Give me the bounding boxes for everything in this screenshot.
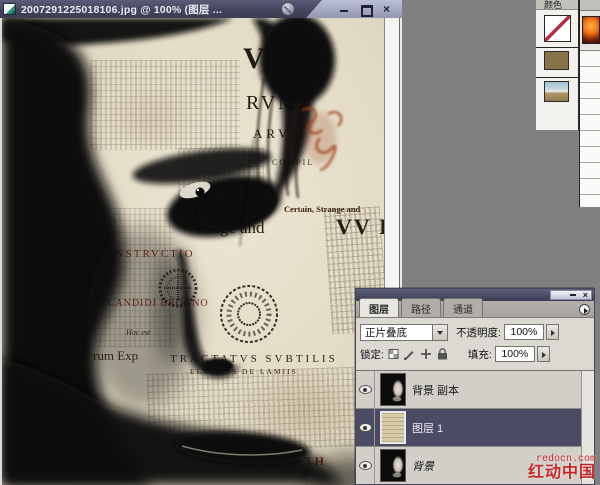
layer-thumbnail[interactable] xyxy=(380,411,406,444)
artwork-text: ARVM xyxy=(253,126,307,141)
visibility-cell[interactable] xyxy=(356,371,375,408)
opacity-label: 不透明度: xyxy=(456,326,501,339)
palette-controls: 正片叠底 不透明度: 100% 锁定: 填充: 100% xyxy=(356,318,594,369)
layer-name[interactable]: 图层 1 xyxy=(412,420,443,436)
history-state-rows[interactable] xyxy=(580,50,600,207)
close-icon[interactable]: × xyxy=(583,291,588,300)
visibility-eye-icon[interactable] xyxy=(358,461,372,470)
layer-thumbnail[interactable] xyxy=(380,373,406,406)
visibility-eye-icon[interactable] xyxy=(358,385,372,394)
minimize-icon[interactable] xyxy=(339,4,350,14)
artwork-text: Certain, Strange and xyxy=(284,204,361,214)
artwork-text: ELEGANS DE LAMIIS xyxy=(190,367,298,376)
window-controls: × xyxy=(306,0,402,18)
clock-circle-icon xyxy=(281,2,295,16)
window-border xyxy=(0,18,2,485)
history-panel-sliver xyxy=(579,0,600,207)
no-style-swatch[interactable] xyxy=(544,15,571,42)
layer-row-background-copy[interactable]: 背景 副本 xyxy=(356,371,594,409)
artwork-text: TRACTATVS SVBTILIS xyxy=(170,353,338,365)
artwork-text: VV I xyxy=(336,214,384,239)
fill-label: 填充: xyxy=(467,348,492,361)
visibility-cell[interactable] xyxy=(356,447,375,484)
opacity-slider-arrow-icon[interactable] xyxy=(545,324,559,340)
panel-tab-sliver[interactable] xyxy=(580,0,600,11)
opacity-input[interactable]: 100% xyxy=(503,324,544,340)
palette-window-buttons: × xyxy=(550,290,592,300)
close-icon[interactable]: × xyxy=(381,3,392,15)
chevron-down-icon[interactable] xyxy=(432,324,447,340)
palette-menu-icon[interactable] xyxy=(579,304,590,315)
watermark-brand: 红动中国 xyxy=(527,464,596,482)
minimize-icon[interactable] xyxy=(569,294,576,296)
fill-slider-arrow-icon[interactable] xyxy=(536,346,550,362)
artwork-text: COMPIL xyxy=(272,158,315,167)
artwork-text: LYCANTH xyxy=(253,454,326,468)
lock-move-icon[interactable] xyxy=(420,349,431,359)
print-texture xyxy=(90,60,240,150)
image-canvas[interactable]: VS RVM, ARVM COMPIL range and Certain, S… xyxy=(2,18,384,485)
artwork-text: Hoc est xyxy=(126,328,151,337)
tab-channels[interactable]: 通道 xyxy=(443,298,483,317)
artwork-text: INSTRVCTIO xyxy=(110,248,195,260)
lock-icons xyxy=(388,347,454,361)
tab-paths[interactable]: 路径 xyxy=(401,298,441,317)
fill-input[interactable]: 100% xyxy=(494,346,535,362)
artwork-text: range and xyxy=(198,218,265,237)
history-snapshot-thumbnail[interactable] xyxy=(582,16,600,44)
watermark: redocn.com 红动中国 xyxy=(527,454,596,482)
divider xyxy=(536,47,578,48)
lock-label: 锁定: xyxy=(360,348,384,361)
maximize-icon[interactable] xyxy=(360,4,373,17)
visibility-cell[interactable] xyxy=(356,409,375,446)
tab-color[interactable]: 颜色 xyxy=(536,0,578,10)
tab-layers[interactable]: 图层 xyxy=(359,298,399,317)
brown-swatch[interactable] xyxy=(544,51,569,70)
handwriting-texture xyxy=(146,366,376,454)
lock-transparency-icon[interactable] xyxy=(388,349,399,359)
artwork-text: rum Exp xyxy=(93,348,139,363)
artwork-text: RVM, xyxy=(246,92,307,114)
styles-panel-sliver: 颜色 xyxy=(536,0,579,130)
photoshop-document-icon xyxy=(3,3,16,15)
app-canvas: 2007291225018106.jpg @ 100% (图层 ... × VS… xyxy=(0,0,600,485)
artwork-text: P.F. CANDIDI BROGNO xyxy=(86,298,209,309)
artwork-text: VS xyxy=(243,42,296,75)
blend-mode-dropdown[interactable]: 正片叠底 xyxy=(360,323,448,341)
print-texture xyxy=(178,148,264,210)
lock-all-icon[interactable] xyxy=(437,348,447,360)
layer-row-layer1[interactable]: 图层 1 xyxy=(356,409,594,447)
blend-mode-value: 正片叠底 xyxy=(365,326,407,339)
visibility-eye-icon[interactable] xyxy=(358,423,372,432)
document-window: 2007291225018106.jpg @ 100% (图层 ... × VS… xyxy=(0,0,402,485)
document-titlebar[interactable]: 2007291225018106.jpg @ 100% (图层 ... × xyxy=(0,0,402,18)
divider xyxy=(536,77,578,78)
photo-swatch[interactable] xyxy=(544,81,569,102)
layer-name[interactable]: 背景 xyxy=(412,458,434,474)
print-texture xyxy=(94,208,174,348)
palette-tabs: 图层 路径 通道 xyxy=(356,298,594,318)
layer-thumbnail[interactable] xyxy=(380,449,406,482)
document-title: 2007291225018106.jpg @ 100% (图层 ... xyxy=(21,3,223,16)
lock-paint-brush-icon[interactable] xyxy=(403,351,414,360)
layer-name[interactable]: 背景 副本 xyxy=(412,382,459,398)
